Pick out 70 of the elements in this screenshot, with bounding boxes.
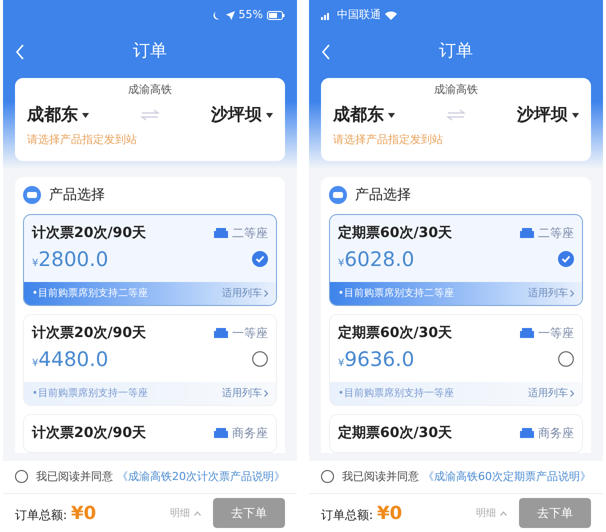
seat-note: •目前购票席别支持一等座: [32, 386, 148, 400]
arrival-station[interactable]: 沙坪坝: [211, 102, 273, 128]
product-name: 定期票60次/30天: [338, 424, 452, 442]
product-name: 计次票20次/90天: [32, 224, 146, 242]
product-card[interactable]: 计次票20次/90天 二等座 ¥2800.0 •目前购票席别支持二等座 适用列车: [23, 214, 277, 306]
radio-icon[interactable]: [558, 350, 574, 366]
product-card[interactable]: 定期票60次/30天 商务座: [329, 414, 583, 452]
line-name: 成渝高铁: [433, 82, 479, 98]
terms-link[interactable]: 《成渝高铁60次定期票产品说明》: [423, 468, 591, 485]
section-title: 产品选择: [49, 186, 105, 204]
product-card[interactable]: 定期票60次/30天 一等座 ¥9636.0 •目前购票席别支持一等座 适用列车: [329, 314, 583, 406]
seat-note: •目前购票席别支持二等座: [338, 286, 454, 300]
check-icon[interactable]: [252, 250, 268, 266]
product-card[interactable]: 计次票20次/90天 商务座: [23, 414, 277, 452]
seat-class: 二等座: [232, 225, 268, 242]
chevron-right-icon: [570, 390, 574, 396]
caret-icon: [572, 112, 579, 118]
seat-class: 商务座: [538, 425, 574, 442]
product-price: ¥9636.0: [338, 346, 414, 372]
caret-icon: [388, 112, 395, 118]
seat-note: •目前购票席别支持二等座: [32, 286, 148, 300]
product-card[interactable]: 定期票60次/30天 二等座 ¥6028.0 •目前购票席别支持二等座 适用列车: [329, 214, 583, 306]
battery-icon: [267, 10, 285, 20]
product-name: 定期票60次/30天: [338, 324, 452, 342]
total-amount: ¥0: [377, 502, 402, 526]
moon-icon: [212, 10, 222, 20]
page-title: 订单: [439, 40, 473, 64]
chevron-up-icon: [194, 510, 201, 516]
seat-class: 二等座: [538, 225, 574, 242]
section-title: 产品选择: [355, 186, 411, 204]
carrier-name: 中国联通: [337, 6, 381, 23]
terms-link[interactable]: 《成渝高铁20次计次票产品说明》: [117, 468, 285, 485]
product-price: ¥2800.0: [32, 246, 108, 272]
chevron-right-icon: [264, 290, 268, 296]
seat-class: 一等座: [232, 325, 268, 342]
radio-icon[interactable]: [252, 350, 268, 366]
departure-station[interactable]: 成都东: [333, 102, 395, 128]
back-icon[interactable]: [321, 44, 331, 60]
product-name: 计次票20次/90天: [32, 324, 146, 342]
product-name: 定期票60次/30天: [338, 224, 452, 242]
seat-note: •目前购票席别支持一等座: [338, 386, 454, 400]
arrival-station[interactable]: 沙坪坝: [517, 102, 579, 128]
agree-text: 我已阅读并同意: [342, 468, 419, 484]
agree-text: 我已阅读并同意: [36, 468, 113, 484]
station-hint: 请选择产品指定发到站: [333, 132, 444, 148]
station-hint: 请选择产品指定发到站: [27, 132, 138, 148]
departure-station[interactable]: 成都东: [27, 102, 89, 128]
product-price: ¥6028.0: [338, 246, 414, 272]
seat-class: 一等座: [538, 325, 574, 342]
total-amount: ¥0: [71, 502, 96, 526]
product-name: 计次票20次/90天: [32, 424, 146, 442]
chevron-up-icon: [500, 510, 507, 516]
line-name: 成渝高铁: [127, 82, 173, 98]
battery-percent: 55%: [238, 6, 263, 23]
agree-checkbox[interactable]: [15, 470, 28, 484]
total-label: 订单总额:: [15, 506, 68, 524]
total-label: 订单总额:: [321, 506, 374, 524]
agree-checkbox[interactable]: [321, 470, 334, 484]
chevron-right-icon: [570, 290, 574, 296]
chevron-right-icon: [264, 390, 268, 396]
product-price: ¥4480.0: [32, 346, 108, 372]
page-title: 订单: [133, 40, 167, 64]
product-card[interactable]: 计次票20次/90天 一等座 ¥4480.0 •目前购票席别支持一等座 适用列车: [23, 314, 277, 406]
caret-icon: [266, 112, 273, 118]
seat-class: 商务座: [232, 425, 268, 442]
wifi-icon: [385, 10, 397, 20]
caret-icon: [82, 112, 89, 118]
check-icon[interactable]: [558, 250, 574, 266]
back-icon[interactable]: [15, 44, 25, 60]
location-icon: [226, 10, 235, 20]
